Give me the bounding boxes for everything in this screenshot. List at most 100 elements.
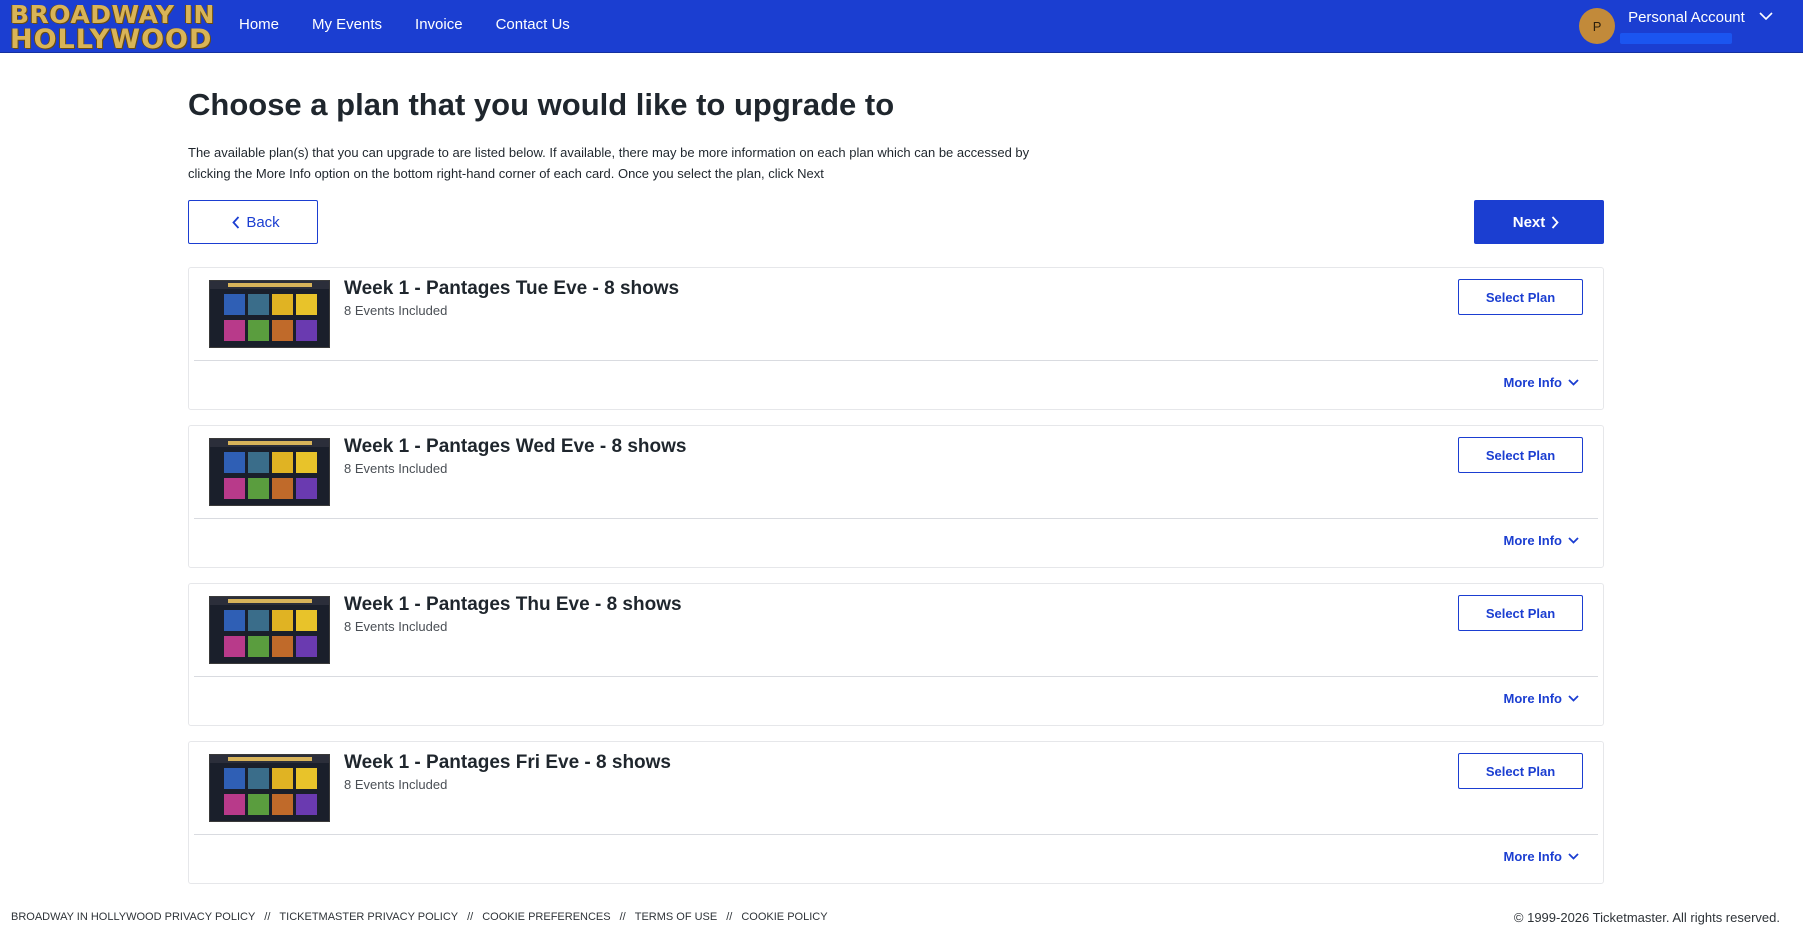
chevron-down-icon xyxy=(1568,378,1579,386)
more-info-toggle[interactable]: More Info xyxy=(1504,370,1580,394)
card-divider xyxy=(194,676,1598,677)
poster-tile xyxy=(272,294,293,315)
poster-tile xyxy=(248,320,269,341)
poster-tile xyxy=(296,320,317,341)
select-plan-button[interactable]: Select Plan xyxy=(1458,753,1583,789)
more-info-label: More Info xyxy=(1503,532,1563,548)
footer-link-bih-privacy[interactable]: BROADWAY IN HOLLYWOOD PRIVACY POLICY xyxy=(11,911,255,923)
chevron-left-icon xyxy=(232,215,240,229)
poster-tile xyxy=(248,768,269,789)
footer-link-cookie-preferences[interactable]: COOKIE PREFERENCES xyxy=(482,911,610,923)
plan-events-count: 8 Events Included xyxy=(344,777,448,792)
account-name: Personal Account xyxy=(1628,9,1745,26)
poster-tile xyxy=(272,794,293,815)
more-info-toggle[interactable]: More Info xyxy=(1504,528,1580,552)
plan-card: Week 1 - Pantages Thu Eve - 8 shows 8 Ev… xyxy=(188,583,1604,726)
footer-links: BROADWAY IN HOLLYWOOD PRIVACY POLICY // … xyxy=(11,911,828,923)
poster-tile xyxy=(224,768,245,789)
footer-link-tm-privacy[interactable]: TICKETMASTER PRIVACY POLICY xyxy=(279,911,458,923)
footer-link-cookie-policy[interactable]: COOKIE POLICY xyxy=(741,911,827,923)
poster-tile xyxy=(224,294,245,315)
chevron-down-icon[interactable] xyxy=(1759,12,1773,20)
card-divider xyxy=(194,518,1598,519)
poster-tile xyxy=(248,610,269,631)
next-button-label: Next xyxy=(1512,213,1546,231)
plan-title: Week 1 - Pantages Thu Eve - 8 shows xyxy=(344,594,682,615)
back-button-label: Back xyxy=(246,213,280,231)
card-divider xyxy=(194,360,1598,361)
poster-tile xyxy=(296,636,317,657)
poster-tile xyxy=(224,478,245,499)
plan-title: Week 1 - Pantages Fri Eve - 8 shows xyxy=(344,752,671,773)
more-info-toggle[interactable]: More Info xyxy=(1504,844,1580,868)
plan-title: Week 1 - Pantages Wed Eve - 8 shows xyxy=(344,436,687,457)
footer-separator: // xyxy=(264,911,271,923)
poster-tile xyxy=(248,794,269,815)
chevron-down-icon xyxy=(1568,694,1579,702)
plan-thumbnail xyxy=(209,754,330,822)
more-info-label: More Info xyxy=(1503,848,1563,864)
nav-home[interactable]: Home xyxy=(239,16,279,33)
poster-tile xyxy=(248,636,269,657)
poster-tile xyxy=(272,320,293,341)
poster-tile xyxy=(296,768,317,789)
poster-tile xyxy=(224,452,245,473)
select-plan-button[interactable]: Select Plan xyxy=(1458,279,1583,315)
copyright: © 1999-2026 Ticketmaster. All rights res… xyxy=(1513,910,1780,925)
page-description: The available plan(s) that you can upgra… xyxy=(188,145,1030,181)
broadway-in-hollywood-logo[interactable]: BROADWAY IN HOLLYWOOD xyxy=(10,2,214,55)
plan-events-count: 8 Events Included xyxy=(344,461,448,476)
select-plan-button[interactable]: Select Plan xyxy=(1458,437,1583,473)
poster-tile xyxy=(272,452,293,473)
plan-list: Week 1 - Pantages Tue Eve - 8 shows 8 Ev… xyxy=(188,267,1604,899)
poster-tile xyxy=(296,794,317,815)
main-nav: Home My Events Invoice Contact Us xyxy=(239,0,603,48)
plan-thumbnail xyxy=(209,280,330,348)
poster-tile xyxy=(296,610,317,631)
poster-tile xyxy=(248,294,269,315)
plan-card: Week 1 - Pantages Wed Eve - 8 shows 8 Ev… xyxy=(188,425,1604,568)
nav-contact-us[interactable]: Contact Us xyxy=(496,16,570,33)
avatar[interactable]: P xyxy=(1579,8,1616,44)
page-title: Choose a plan that you would like to upg… xyxy=(188,87,895,122)
top-navigation-bar: BROADWAY IN HOLLYWOOD Home My Events Inv… xyxy=(0,0,1803,53)
footer-separator: // xyxy=(467,911,474,923)
select-plan-button[interactable]: Select Plan xyxy=(1458,595,1583,631)
account-subtext-redacted xyxy=(1620,33,1733,44)
poster-tile xyxy=(296,478,317,499)
poster-tile xyxy=(224,610,245,631)
account-text[interactable]: Personal Account xyxy=(1620,6,1773,44)
poster-tile xyxy=(296,294,317,315)
account-menu[interactable]: P Personal Account xyxy=(1579,6,1773,46)
next-button[interactable]: Next xyxy=(1474,200,1604,244)
plan-card: Week 1 - Pantages Fri Eve - 8 shows 8 Ev… xyxy=(188,741,1604,884)
poster-tile xyxy=(248,478,269,499)
logo-line-2: HOLLYWOOD xyxy=(10,24,213,55)
poster-tile xyxy=(224,320,245,341)
poster-tile xyxy=(272,768,293,789)
nav-my-events[interactable]: My Events xyxy=(312,16,382,33)
poster-tile xyxy=(248,452,269,473)
plan-events-count: 8 Events Included xyxy=(344,619,448,634)
chevron-down-icon xyxy=(1568,852,1579,860)
chevron-down-icon xyxy=(1568,536,1579,544)
more-info-label: More Info xyxy=(1503,690,1563,706)
more-info-toggle[interactable]: More Info xyxy=(1504,686,1580,710)
poster-tile xyxy=(224,636,245,657)
plan-thumbnail xyxy=(209,596,330,664)
footer-separator: // xyxy=(726,911,733,923)
footer-link-terms[interactable]: TERMS OF USE xyxy=(635,911,718,923)
card-divider xyxy=(194,834,1598,835)
more-info-label: More Info xyxy=(1503,374,1563,390)
nav-invoice[interactable]: Invoice xyxy=(415,16,463,33)
back-button[interactable]: Back xyxy=(188,200,318,244)
poster-tile xyxy=(272,610,293,631)
plan-card: Week 1 - Pantages Tue Eve - 8 shows 8 Ev… xyxy=(188,267,1604,410)
plan-thumbnail xyxy=(209,438,330,506)
poster-tile xyxy=(272,478,293,499)
footer-separator: // xyxy=(619,911,626,923)
poster-tile xyxy=(224,794,245,815)
chevron-right-icon xyxy=(1552,215,1559,229)
plan-title: Week 1 - Pantages Tue Eve - 8 shows xyxy=(344,278,680,299)
plan-events-count: 8 Events Included xyxy=(344,303,448,318)
